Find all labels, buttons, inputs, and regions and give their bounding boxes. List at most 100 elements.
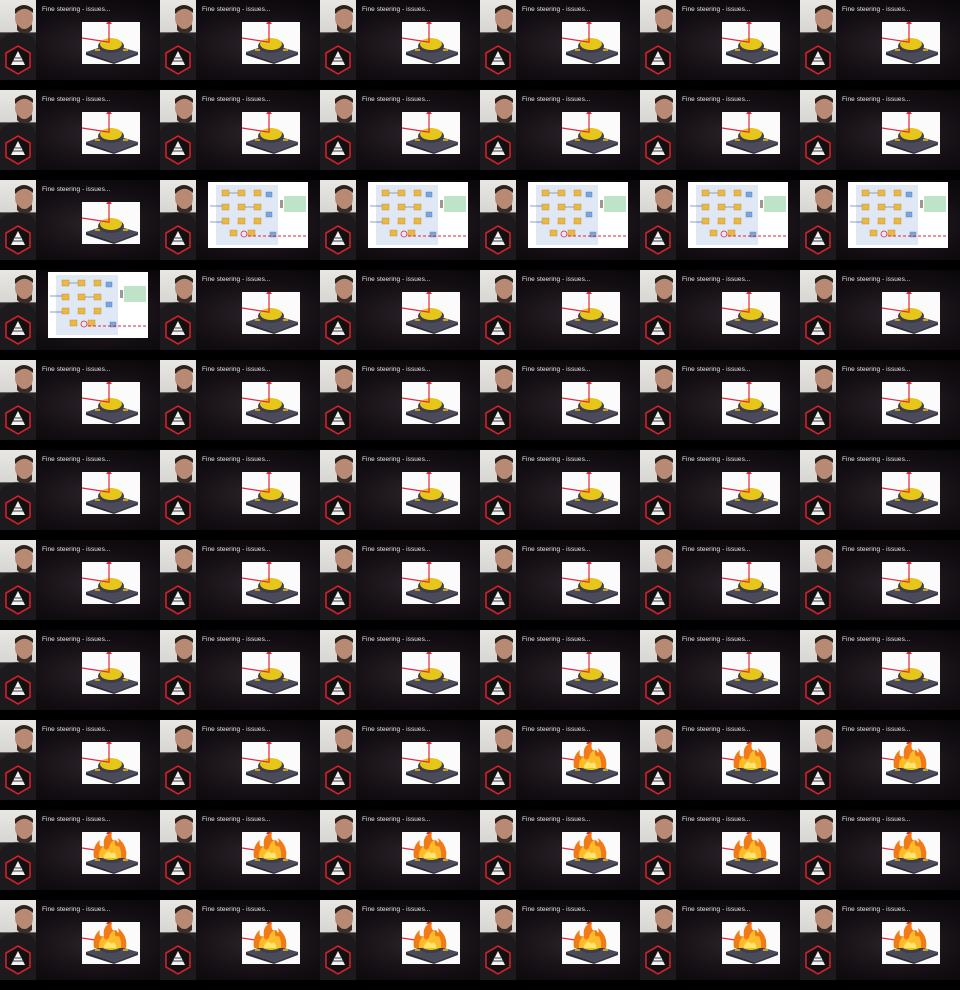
presenter-camera [320,720,356,800]
video-frame-mirror[interactable]: Fine steering - issues... [640,90,800,180]
video-frame-mirror[interactable]: Fine steering - issues... [320,360,480,450]
video-frame-mirror[interactable]: Fine steering - issues... [480,0,640,90]
video-frame-fire[interactable]: Fine steering - issues... [0,810,160,900]
video-frame-mirror[interactable]: Fine steering - issues... [480,450,640,540]
video-frame-mirror[interactable]: Fine steering - issues... [320,630,480,720]
video-frame-fire[interactable]: Fine steering - issues... [640,900,800,990]
video-frame-mirror[interactable]: Fine steering - issues... [320,450,480,540]
video-frame-mirror[interactable]: Fine steering - issues... [800,450,960,540]
video-frame-mirror[interactable]: Fine steering - issues... [160,270,320,360]
slide-frame [320,180,480,260]
video-frame-mirror[interactable]: Fine steering - issues... [480,270,640,360]
video-frame-fire[interactable]: Fine steering - issues... [640,810,800,900]
video-frame-mirror[interactable]: Fine steering - issues... [800,0,960,90]
video-frame-mirror[interactable]: Fine steering - issues... [640,0,800,90]
slide-frame: Fine steering - issues... [320,720,480,800]
presenter-camera [160,810,196,890]
video-frame-mirror[interactable]: Fine steering - issues... [800,270,960,360]
presenter-camera [480,630,516,710]
video-frame-mirror[interactable]: Fine steering - issues... [800,90,960,180]
video-frame-mirror[interactable]: Fine steering - issues... [0,180,160,270]
video-frame-mirror[interactable]: Fine steering - issues... [0,0,160,90]
optical-system-diagram-icon [688,182,788,248]
video-frame-fire[interactable]: Fine steering - issues... [480,720,640,810]
video-frame-fire[interactable]: Fine steering - issues... [480,810,640,900]
video-frame-fire[interactable]: Fine steering - issues... [320,810,480,900]
presenter-camera [480,900,516,980]
video-frame-mirror[interactable]: Fine steering - issues... [160,720,320,810]
video-frame-fire[interactable]: Fine steering - issues... [320,900,480,990]
video-frame-fire[interactable]: Fine steering - issues... [800,900,960,990]
slide-frame: Fine steering - issues... [160,810,320,890]
steering-mirror-icon [242,22,300,64]
video-frame-mirror[interactable]: Fine steering - issues... [0,450,160,540]
video-frame-mirror[interactable]: Fine steering - issues... [480,90,640,180]
slide-frame: Fine steering - issues... [640,900,800,980]
video-frame-mirror[interactable]: Fine steering - issues... [320,270,480,360]
video-frame-diagram[interactable] [0,270,160,360]
presenter-camera [0,810,36,890]
presenter-camera [320,630,356,710]
video-frame-mirror[interactable]: Fine steering - issues... [640,450,800,540]
mirror-on-fire-icon [402,832,460,874]
video-frame-fire[interactable]: Fine steering - issues... [800,810,960,900]
video-frame-mirror[interactable]: Fine steering - issues... [800,630,960,720]
video-frame-mirror[interactable]: Fine steering - issues... [800,540,960,630]
video-frame-mirror[interactable]: Fine steering - issues... [320,540,480,630]
video-frame-mirror[interactable]: Fine steering - issues... [320,90,480,180]
optical-system-diagram-icon [848,182,948,248]
video-frame-mirror[interactable]: Fine steering - issues... [0,630,160,720]
slide-title: Fine steering - issues... [202,546,271,553]
slide-title: Fine steering - issues... [362,96,431,103]
video-frame-mirror[interactable]: Fine steering - issues... [640,540,800,630]
video-frame-fire[interactable]: Fine steering - issues... [0,900,160,990]
slide-frame: Fine steering - issues... [160,270,320,350]
video-frame-mirror[interactable]: Fine steering - issues... [800,360,960,450]
video-frame-mirror[interactable]: Fine steering - issues... [640,360,800,450]
presenter-camera [640,180,676,260]
video-frame-mirror[interactable]: Fine steering - issues... [480,540,640,630]
video-frame-diagram[interactable] [160,180,320,270]
video-frame-mirror[interactable]: Fine steering - issues... [480,630,640,720]
video-frame-fire[interactable]: Fine steering - issues... [480,900,640,990]
presenter-camera [640,540,676,620]
optical-system-diagram-icon [528,182,628,248]
video-frame-diagram[interactable] [320,180,480,270]
slide-title: Fine steering - issues... [682,276,751,283]
video-frame-mirror[interactable]: Fine steering - issues... [160,630,320,720]
video-frame-mirror[interactable]: Fine steering - issues... [0,360,160,450]
video-frame-mirror[interactable]: Fine steering - issues... [320,0,480,90]
video-frame-mirror[interactable]: Fine steering - issues... [640,630,800,720]
video-frame-mirror[interactable]: Fine steering - issues... [160,540,320,630]
video-frame-mirror[interactable]: Fine steering - issues... [160,90,320,180]
slide-frame: Fine steering - issues... [480,900,640,980]
video-frame-fire[interactable]: Fine steering - issues... [160,810,320,900]
presenter-camera [320,450,356,530]
video-frame-mirror[interactable]: Fine steering - issues... [320,720,480,810]
slide-frame: Fine steering - issues... [320,360,480,440]
slide-frame: Fine steering - issues... [0,360,160,440]
video-frame-mirror[interactable]: Fine steering - issues... [480,360,640,450]
steering-mirror-icon [882,112,940,154]
video-frame-mirror[interactable]: Fine steering - issues... [640,270,800,360]
slide-title: Fine steering - issues... [42,636,111,643]
steering-mirror-icon [562,472,620,514]
steering-mirror-icon [242,382,300,424]
video-frame-fire[interactable]: Fine steering - issues... [160,900,320,990]
video-frame-mirror[interactable]: Fine steering - issues... [160,360,320,450]
video-frame-mirror[interactable]: Fine steering - issues... [0,720,160,810]
video-frame-diagram[interactable] [480,180,640,270]
video-frame-mirror[interactable]: Fine steering - issues... [0,90,160,180]
video-frame-fire[interactable]: Fine steering - issues... [640,720,800,810]
slide-title: Fine steering - issues... [522,276,591,283]
video-frame-fire[interactable]: Fine steering - issues... [800,720,960,810]
video-frame-diagram[interactable] [640,180,800,270]
slide-title: Fine steering - issues... [362,726,431,733]
slide-frame: Fine steering - issues... [480,360,640,440]
video-frame-mirror[interactable]: Fine steering - issues... [160,450,320,540]
video-frame-mirror[interactable]: Fine steering - issues... [0,540,160,630]
slide-frame: Fine steering - issues... [800,270,960,350]
video-frame-diagram[interactable] [800,180,960,270]
slide-frame: Fine steering - issues... [640,360,800,440]
video-frame-mirror[interactable]: Fine steering - issues... [160,0,320,90]
